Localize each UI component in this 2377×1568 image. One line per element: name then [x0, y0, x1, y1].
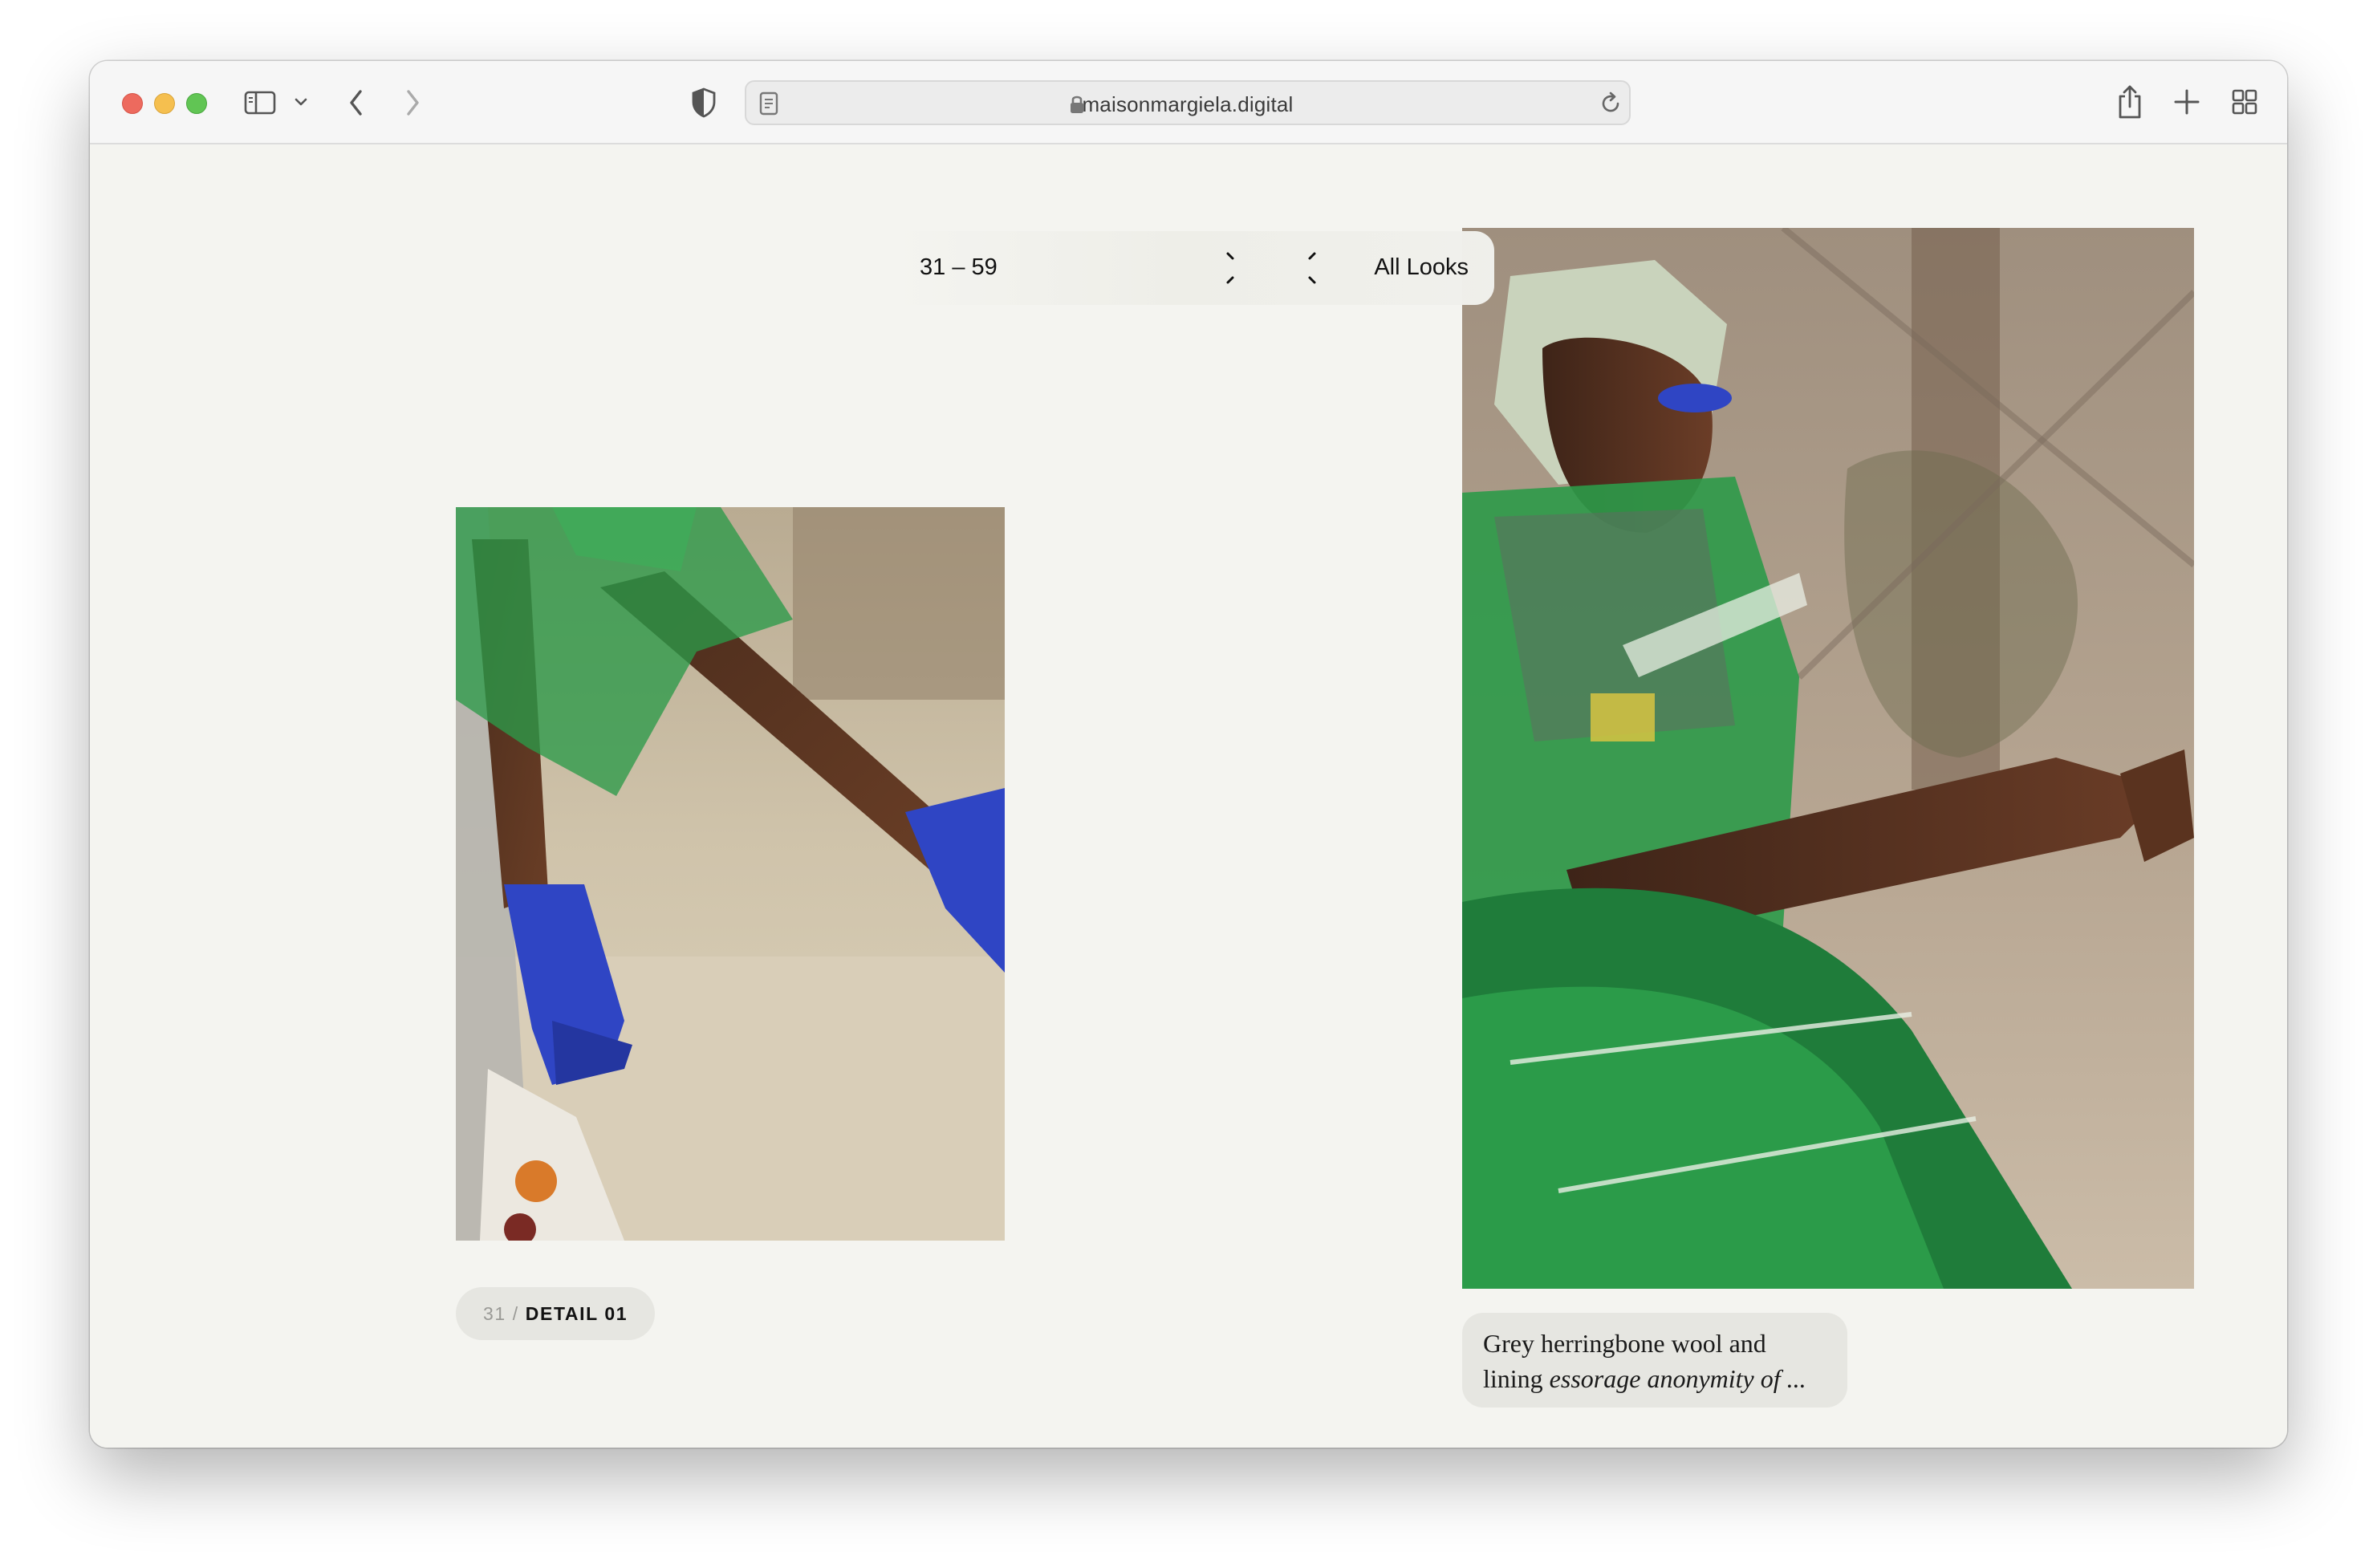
look-main-photo [1462, 228, 2194, 1289]
minimize-window-button[interactable] [154, 93, 175, 114]
look-detail-image[interactable] [456, 507, 1005, 1241]
look-range: 31 – 59 [920, 254, 998, 280]
look-detail-photo [456, 507, 1005, 1241]
look-caption-detail[interactable]: 31 / DETAIL 01 [456, 1287, 656, 1340]
tab-overview-icon[interactable] [2231, 88, 2258, 116]
shield-icon[interactable] [690, 87, 717, 119]
browser-toolbar: maisonmargiela.digital [90, 61, 2287, 144]
look-number: 31 [483, 1303, 506, 1324]
previous-look-button[interactable] [1213, 249, 1252, 287]
forward-icon[interactable] [401, 87, 424, 119]
back-icon[interactable] [345, 87, 368, 119]
look-label: DETAIL 01 [525, 1303, 628, 1324]
close-window-button[interactable] [122, 93, 143, 114]
plus-icon[interactable] [2173, 88, 2200, 116]
lookbook-page: 31 / DETAIL 01 Grey herringbone wool and… [90, 144, 2287, 1448]
look-pager: 31 – 59 All Looks [884, 231, 1494, 305]
address-bar[interactable]: maisonmargiela.digital [745, 80, 1631, 125]
chevron-down-icon[interactable] [294, 96, 308, 108]
sidebar-icon[interactable] [244, 90, 276, 116]
all-looks-link[interactable]: All Looks [1374, 254, 1469, 281]
url-text: maisonmargiela.digital [1082, 92, 1294, 116]
caption-line-2-italic: essorage anonymity of ... [1549, 1364, 1806, 1393]
caption-line-2-prefix: lining [1483, 1364, 1550, 1393]
browser-window: maisonmargiela.digital 31 / DETAIL 01 Gr… [90, 61, 2287, 1448]
look-separator: / [512, 1303, 519, 1324]
reload-icon[interactable] [1600, 91, 1623, 116]
caption-line-1: Grey herringbone wool and [1483, 1329, 1766, 1358]
look-main-image[interactable] [1462, 228, 2194, 1289]
next-look-button[interactable] [1290, 249, 1329, 287]
caption-line-2: lining essorage anonymity of ... [1483, 1361, 1826, 1396]
share-icon[interactable] [2115, 83, 2144, 120]
look-caption-description[interactable]: Grey herringbone wool and lining essorag… [1462, 1313, 1847, 1408]
maximize-window-button[interactable] [186, 93, 207, 114]
